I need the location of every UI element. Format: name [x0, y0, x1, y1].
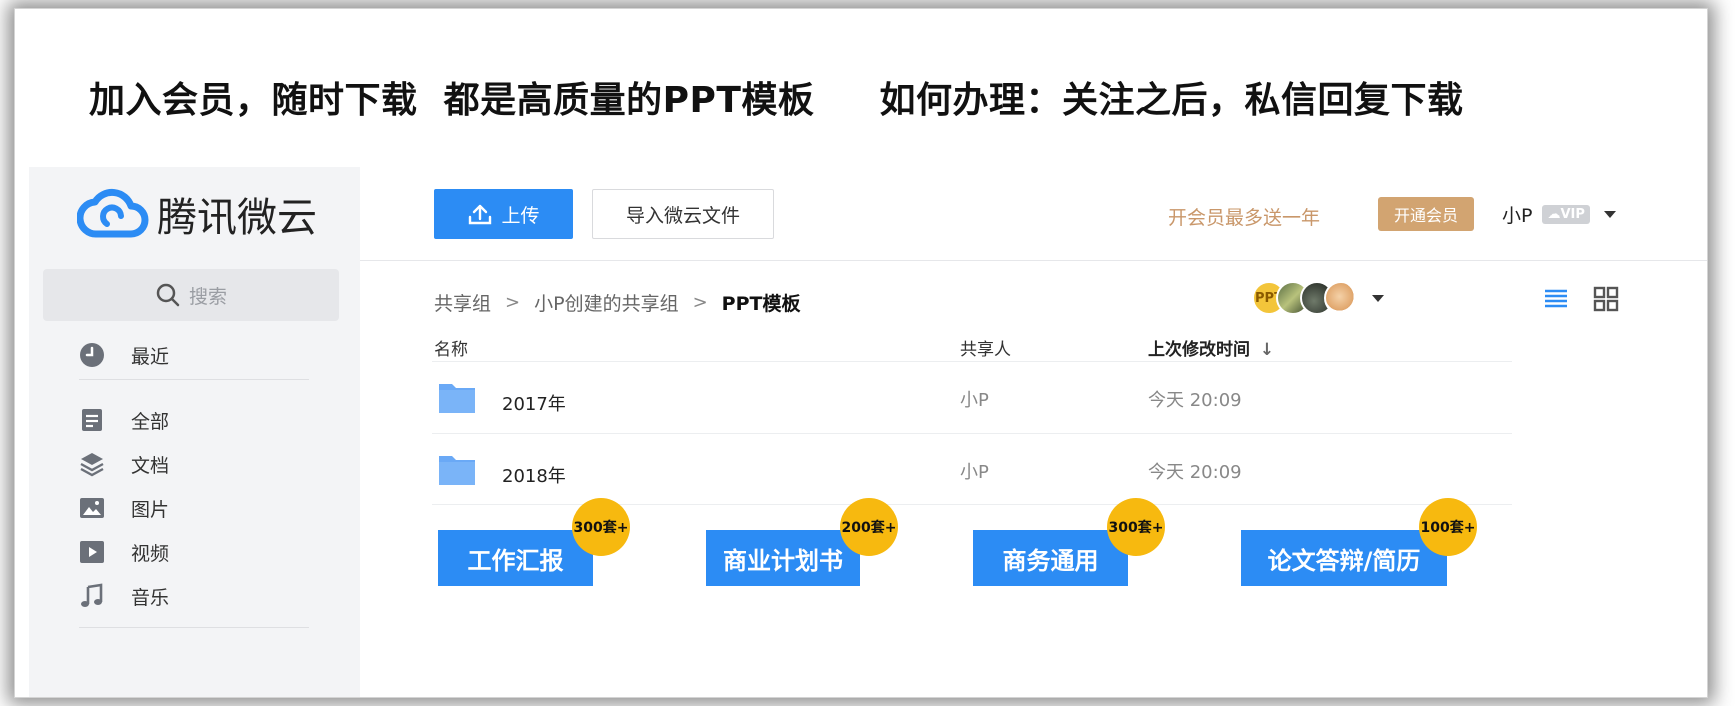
sidebar-item-label: 音乐	[131, 586, 170, 609]
breadcrumb-current: PPT模板	[721, 293, 801, 315]
file-name[interactable]: 2018年	[502, 462, 566, 488]
folder-icon	[439, 456, 475, 485]
breadcrumb-item[interactable]: 小P创建的共享组	[534, 289, 678, 316]
avatar	[1324, 281, 1358, 315]
sidebar-item-label: 全部	[131, 410, 170, 433]
file-icon	[82, 409, 102, 431]
sidebar-item-label: 图片	[131, 498, 170, 521]
banner-text: 加入会员，随时下载 都是高质量的PPT模板 如何办理：关注之后，私信回复下载	[89, 80, 1464, 121]
count-badge: 100套+	[1419, 498, 1477, 556]
search-icon	[156, 283, 180, 307]
category-button[interactable]: 商业计划书	[706, 530, 860, 586]
count-badge: 300套+	[572, 498, 630, 556]
sidebar-item-images[interactable]: 图片	[79, 488, 329, 528]
sidebar-item-music[interactable]: 音乐	[79, 576, 329, 616]
search-input[interactable]: 搜索	[43, 269, 339, 321]
sidebar-item-label: 最近	[131, 345, 170, 368]
upload-icon	[469, 204, 492, 225]
main-panel: 上传 导入微云文件 开会员最多送一年 开通会员 小P ☁VIP 共享组 > 小P…	[360, 167, 1707, 697]
sidebar-item-docs[interactable]: 文档	[79, 444, 329, 484]
search-placeholder: 搜索	[188, 285, 227, 308]
vip-badge: ☁VIP	[1542, 205, 1590, 224]
category-button[interactable]: 论文答辩/简历	[1241, 530, 1447, 586]
user-name: 小P	[1502, 205, 1533, 227]
upload-button[interactable]: 上传	[434, 189, 573, 239]
chevron-down-icon	[1603, 211, 1616, 218]
file-modified: 今天 20:09	[1148, 462, 1242, 483]
sidebar-item-recent[interactable]: 最近	[79, 335, 329, 375]
grid-view-icon[interactable]	[1592, 285, 1620, 313]
category-button[interactable]: 工作汇报	[438, 530, 593, 586]
group-members[interactable]: PPT	[1252, 281, 1384, 315]
file-name[interactable]: 2017年	[502, 390, 566, 416]
table-row[interactable]: 2017年 小P 今天 20:09	[432, 361, 1512, 433]
sidebar-item-label: 文档	[131, 454, 170, 477]
cloud-logo-icon	[77, 188, 149, 238]
sidebar-divider	[79, 627, 309, 628]
table-row[interactable]: 2018年 小P 今天 20:09	[432, 433, 1512, 505]
clock-icon	[80, 343, 104, 367]
column-header-modified-label: 上次修改时间	[1148, 340, 1250, 360]
column-header-name[interactable]: 名称	[434, 335, 468, 360]
cloud-icon: ☁	[1547, 207, 1561, 222]
import-button[interactable]: 导入微云文件	[592, 189, 774, 239]
screenshot-frame: 加入会员，随时下载 都是高质量的PPT模板 如何办理：关注之后，私信回复下载 腾…	[14, 8, 1708, 698]
open-vip-button[interactable]: 开通会员	[1378, 197, 1474, 231]
list-view-icon[interactable]	[1542, 285, 1570, 313]
breadcrumb-item[interactable]: 共享组	[434, 289, 491, 316]
folder-icon	[439, 384, 475, 413]
sidebar-divider	[79, 379, 309, 380]
count-badge: 300套+	[1107, 498, 1165, 556]
image-icon	[80, 498, 104, 518]
file-owner: 小P	[960, 390, 989, 411]
brand-name: 腾讯微云	[157, 195, 317, 241]
sort-down-icon: ↓	[1259, 340, 1275, 360]
category-button[interactable]: 商务通用	[973, 530, 1128, 586]
layers-icon	[80, 453, 104, 477]
music-note-icon	[81, 583, 103, 607]
user-menu[interactable]: 小P ☁VIP	[1502, 201, 1616, 228]
brand-logo[interactable]: 腾讯微云	[77, 185, 317, 243]
chevron-down-icon[interactable]	[1372, 294, 1384, 302]
chevron-right-icon: >	[505, 292, 521, 313]
upload-label: 上传	[501, 204, 540, 227]
play-icon	[80, 541, 104, 563]
count-badge: 200套+	[840, 498, 898, 556]
toolbar: 上传 导入微云文件 开会员最多送一年 开通会员 小P ☁VIP	[360, 167, 1707, 261]
sidebar-item-all[interactable]: 全部	[79, 400, 329, 440]
promo-link[interactable]: 开会员最多送一年	[1168, 203, 1320, 230]
sidebar: 腾讯微云 搜索 最近 全部 文档 图片 视频 音乐	[29, 167, 360, 697]
column-header-owner[interactable]: 共享人	[960, 335, 1011, 360]
breadcrumb: 共享组 > 小P创建的共享组 > PPT模板	[434, 289, 800, 316]
file-owner: 小P	[960, 462, 989, 483]
sidebar-item-videos[interactable]: 视频	[79, 532, 329, 572]
chevron-right-icon: >	[692, 292, 708, 313]
column-header-modified[interactable]: 上次修改时间 ↓	[1148, 335, 1274, 360]
vip-badge-label: VIP	[1560, 207, 1585, 222]
file-modified: 今天 20:09	[1148, 390, 1242, 411]
sidebar-item-label: 视频	[131, 542, 170, 565]
promo-banner: 加入会员，随时下载 都是高质量的PPT模板 如何办理：关注之后，私信回复下载	[15, 9, 1707, 167]
